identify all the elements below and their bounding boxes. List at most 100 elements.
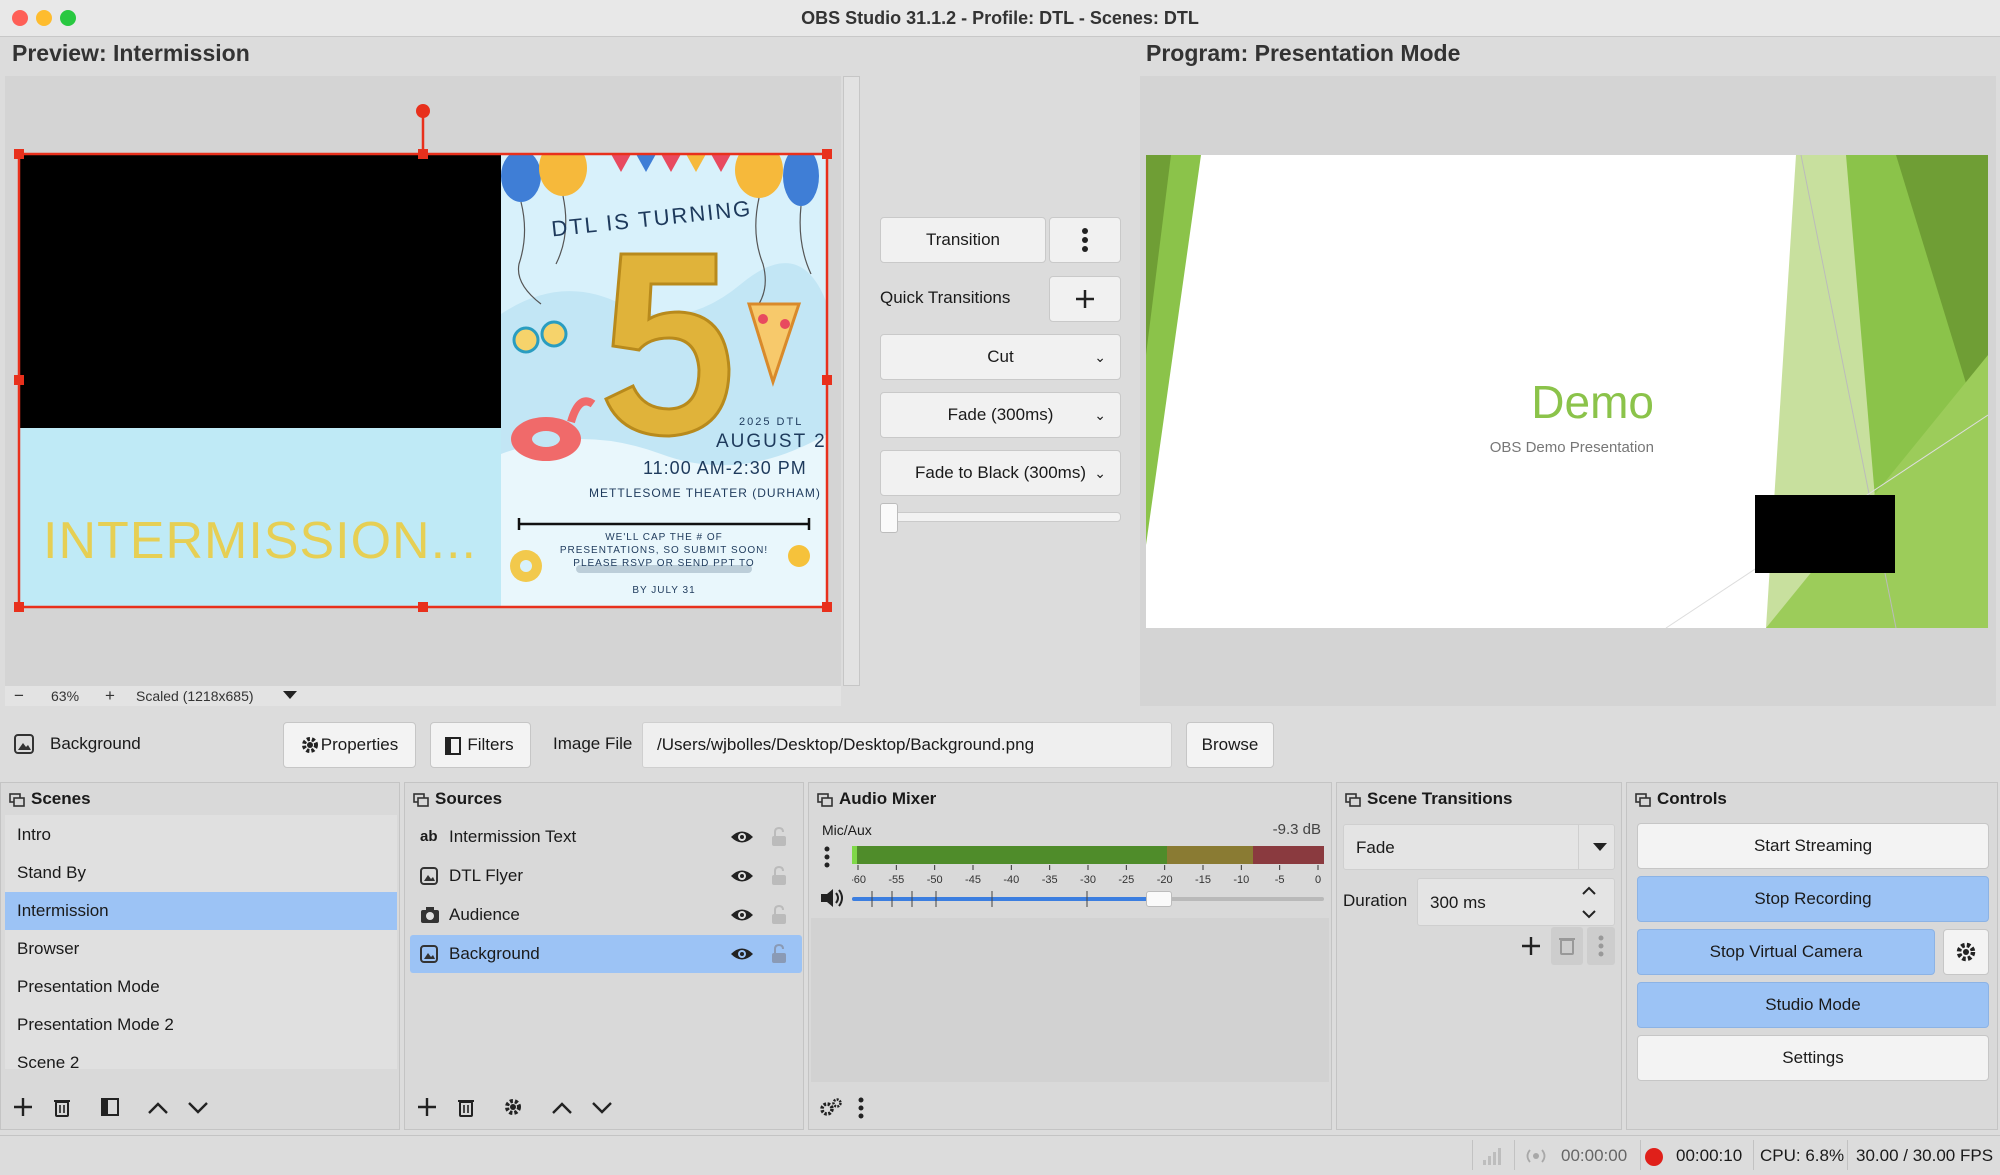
transition-button[interactable]: Transition — [880, 217, 1046, 263]
properties-label: Properties — [320, 735, 399, 754]
unlocked-icon[interactable] — [771, 866, 787, 886]
start-streaming-button[interactable]: Start Streaming — [1637, 823, 1989, 869]
move-source-up-button[interactable] — [551, 1101, 573, 1115]
browse-button[interactable]: Browse — [1186, 722, 1274, 768]
transition-select[interactable]: Fade — [1343, 824, 1615, 870]
chevron-up-icon — [148, 1102, 168, 1114]
transition-properties-button[interactable] — [1587, 927, 1615, 965]
audio-mixer-dock-title: Audio Mixer — [817, 789, 936, 809]
stop-recording-button[interactable]: Stop Recording — [1637, 876, 1989, 922]
eye-icon[interactable] — [730, 868, 754, 884]
properties-button[interactable]: Properties — [283, 722, 416, 768]
chevron-down-icon[interactable] — [1581, 909, 1597, 919]
t-bar-track[interactable] — [880, 512, 1121, 522]
camera-icon — [420, 906, 440, 924]
source-item-selected[interactable]: Background — [410, 935, 802, 973]
studio-mode-button[interactable]: Studio Mode — [1637, 982, 1989, 1028]
selection-bounding-box[interactable] — [0, 0, 1000, 720]
eye-icon[interactable] — [730, 829, 754, 845]
quick-transition-label: Cut — [987, 347, 1014, 366]
virtual-camera-settings-button[interactable] — [1943, 929, 1989, 975]
scene-item-selected[interactable]: Intermission — [5, 892, 397, 930]
transition-select-value: Fade — [1356, 838, 1395, 857]
dock-icon — [817, 792, 833, 807]
scenes-list[interactable]: Intro Stand By Intermission Browser Pres… — [5, 815, 397, 1072]
quick-transition-cut[interactable]: Cut ⌄ — [880, 334, 1121, 380]
meter-tick-label: -20 — [1157, 874, 1173, 886]
meter-tick-label: -30 — [1080, 874, 1096, 886]
add-transition-button[interactable] — [1515, 927, 1547, 965]
dropdown-arrow-icon — [1593, 842, 1607, 852]
t-bar-handle[interactable] — [880, 503, 898, 533]
settings-button[interactable]: Settings — [1637, 1035, 1989, 1081]
move-source-down-button[interactable] — [591, 1101, 613, 1115]
unlocked-icon[interactable] — [771, 827, 787, 847]
remove-source-button[interactable] — [457, 1097, 475, 1117]
filters-label: Filters — [467, 735, 514, 754]
vertical-dots-icon — [1082, 228, 1088, 252]
sources-dock: Sources ab Intermission Text DTL Flyer A… — [404, 782, 804, 1130]
network-signal-icon — [1482, 1146, 1504, 1166]
audio-mixer-dock: Audio Mixer Mic/Aux -9.3 dB -60-55-50-45… — [808, 782, 1332, 1130]
source-properties-button[interactable] — [503, 1097, 523, 1117]
scene-item[interactable]: Browser — [5, 930, 397, 968]
meter-tick-label: -50 — [927, 874, 943, 886]
text-source-icon: ab — [420, 828, 438, 845]
quick-transitions-label: Quick Transitions — [880, 288, 1011, 307]
add-scene-button[interactable] — [13, 1097, 33, 1117]
scale-mode[interactable]: Scaled (1218x685) — [136, 688, 254, 704]
program-heading: Program: Presentation Mode — [1146, 40, 1461, 66]
move-scene-down-button[interactable] — [187, 1101, 209, 1115]
meter-tick-label: -25 — [1118, 874, 1134, 886]
scene-item[interactable]: Scene 2 — [5, 1044, 397, 1082]
remove-transition-button[interactable] — [1551, 927, 1583, 965]
controls-dock: Controls Start Streaming Stop Recording … — [1626, 782, 1998, 1130]
eye-icon[interactable] — [730, 907, 754, 923]
dock-icon — [9, 792, 25, 807]
cpu-usage: CPU: 6.8% — [1760, 1146, 1845, 1165]
zoom-in-button[interactable]: + — [105, 686, 115, 706]
audio-channel-menu-button[interactable] — [823, 845, 831, 869]
image-file-path-field[interactable]: /Users/wjbolles/Desktop/Desktop/Backgrou… — [642, 722, 1172, 768]
volume-speaker-icon[interactable] — [819, 887, 845, 909]
scene-item[interactable]: Stand By — [5, 854, 397, 892]
quick-transition-fade-to-black[interactable]: Fade to Black (300ms) ⌄ — [880, 450, 1121, 496]
zoom-out-button[interactable]: − — [14, 686, 24, 706]
scene-item[interactable]: Intro — [5, 816, 397, 854]
transition-menu-button[interactable] — [1049, 217, 1121, 263]
source-item[interactable]: ab Intermission Text — [410, 818, 802, 856]
advanced-audio-properties-button[interactable] — [819, 1097, 843, 1117]
scene-item[interactable]: Presentation Mode 2 — [5, 1006, 397, 1044]
audio-mixer-menu-button[interactable] — [857, 1097, 865, 1119]
filters-button[interactable]: Filters — [430, 722, 531, 768]
filters-icon — [101, 1098, 119, 1116]
filters-icon — [445, 737, 461, 755]
source-item[interactable]: Audience — [410, 896, 802, 934]
trash-icon — [1559, 938, 1575, 955]
duration-spinbox[interactable]: 300 ms — [1417, 878, 1615, 926]
meter-tick-label: -45 — [965, 874, 981, 886]
stop-virtual-camera-button[interactable]: Stop Virtual Camera — [1637, 929, 1935, 975]
source-item[interactable]: DTL Flyer — [410, 857, 802, 895]
eye-icon[interactable] — [730, 946, 754, 962]
scale-mode-dropdown-icon[interactable] — [283, 690, 297, 700]
quick-transition-fade[interactable]: Fade (300ms) ⌄ — [880, 392, 1121, 438]
selected-source-name: Background — [50, 734, 141, 753]
unlocked-icon[interactable] — [771, 944, 787, 964]
remove-scene-button[interactable] — [53, 1097, 71, 1117]
unlocked-icon[interactable] — [771, 905, 787, 925]
scene-item[interactable]: Presentation Mode — [5, 968, 397, 1006]
recording-indicator-icon — [1644, 1147, 1664, 1167]
add-source-button[interactable] — [417, 1097, 437, 1117]
scene-filters-button[interactable] — [101, 1098, 119, 1116]
volume-slider-handle[interactable] — [1145, 891, 1172, 907]
gear-icon — [1956, 942, 1976, 962]
fps-readout: 30.00 / 30.00 FPS — [1856, 1146, 1994, 1165]
move-scene-up-button[interactable] — [147, 1101, 169, 1115]
audio-mixer-empty-area — [811, 918, 1329, 1082]
chevron-down-icon: ⌄ — [1094, 407, 1106, 423]
add-quick-transition-button[interactable] — [1049, 276, 1121, 322]
preview-zoom-bar: − 63% + Scaled (1218x685) — [5, 686, 841, 706]
chevron-up-icon[interactable] — [1581, 886, 1597, 896]
scene-transitions-dock-title: Scene Transitions — [1345, 789, 1513, 809]
